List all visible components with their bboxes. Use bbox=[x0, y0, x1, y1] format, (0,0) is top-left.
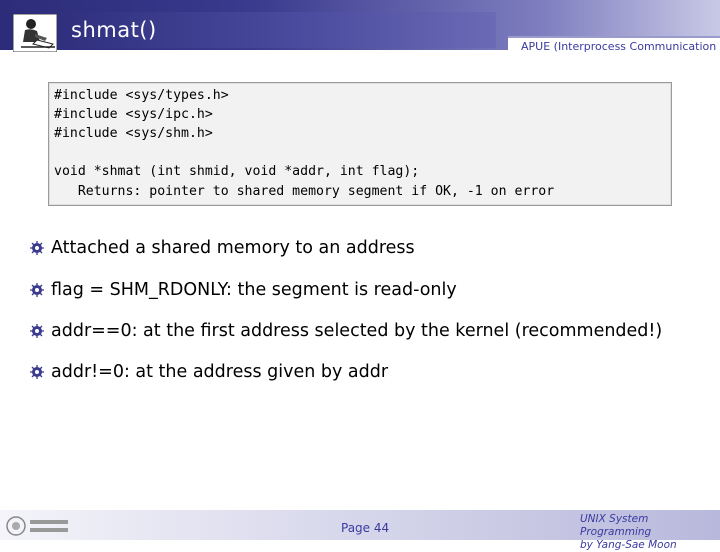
bullet-icon bbox=[30, 365, 44, 379]
slide-subtitle: APUE (Interprocess Communication bbox=[521, 40, 717, 53]
bullet-item: addr==0: at the first address selected b… bbox=[30, 321, 662, 341]
bullet-text: flag = SHM_RDONLY: the segment is read-o… bbox=[51, 280, 457, 300]
code-line: #include <sys/ipc.h> bbox=[54, 107, 213, 122]
reading-person-logo-icon bbox=[13, 14, 57, 52]
course-title: UNIX System Programming bbox=[580, 513, 652, 538]
bullet-icon bbox=[30, 283, 44, 297]
code-line: #include <sys/types.h> bbox=[54, 88, 229, 103]
university-logo-icon bbox=[6, 516, 68, 536]
page-number: Page 44 bbox=[341, 521, 390, 535]
bullet-text: Attached a shared memory to an address bbox=[51, 238, 415, 258]
bullet-icon bbox=[30, 324, 44, 338]
bullet-text: addr!=0: at the address given by addr bbox=[51, 362, 389, 382]
bullet-item: Attached a shared memory to an address bbox=[30, 238, 415, 258]
code-line: Returns: pointer to shared memory segmen… bbox=[54, 184, 555, 199]
code-line: void *shmat (int shmid, void *addr, int … bbox=[54, 164, 420, 179]
bullet-icon bbox=[30, 241, 44, 255]
bullet-item: flag = SHM_RDONLY: the segment is read-o… bbox=[30, 280, 457, 300]
bullet-text: addr==0: at the first address selected b… bbox=[51, 321, 663, 341]
course-credit: UNIX System Programming by Yang-Sae Moon bbox=[580, 513, 720, 552]
code-line: #include <sys/shm.h> bbox=[54, 126, 213, 141]
slide-title: shmat() bbox=[71, 18, 157, 42]
bullet-item: addr!=0: at the address given by addr bbox=[30, 362, 388, 382]
course-author: by Yang-Sae Moon bbox=[580, 539, 677, 551]
